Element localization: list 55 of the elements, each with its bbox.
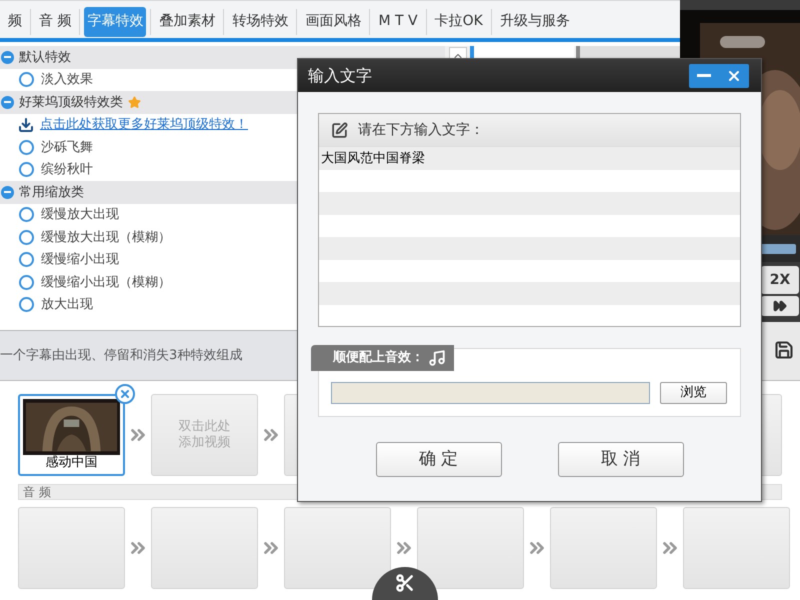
tab[interactable]: M T V	[374, 6, 422, 36]
group-title: 好莱坞顶级特效类	[19, 94, 123, 112]
tab[interactable]: 升级与服务	[496, 6, 574, 36]
radio-button[interactable]	[19, 252, 34, 268]
group-title: 默认特效	[19, 48, 71, 66]
dialog-button[interactable]: 确 定	[376, 442, 502, 477]
tab[interactable]: 转场特效	[228, 6, 292, 36]
sound-file-field[interactable]	[331, 382, 650, 404]
tab[interactable]: 叠加素材	[155, 6, 220, 36]
fast-forward-icon	[773, 299, 787, 313]
radio-button[interactable]	[19, 274, 34, 290]
clip-title: 感动中国	[44, 455, 98, 471]
collapse-toggle[interactable]	[1, 186, 14, 199]
effect-name: 缓慢缩小出现（模糊）	[41, 274, 171, 292]
star-icon	[128, 96, 141, 109]
hint-text: 一个字幕由出现、停留和消失3种特效组成	[0, 346, 242, 365]
remove-button[interactable]	[115, 384, 135, 404]
minimize-icon	[697, 74, 711, 77]
prompt-label: 请在下方输入文字：	[358, 120, 484, 140]
tab[interactable]: 音 频	[35, 6, 76, 36]
tab[interactable]: 画面风格	[301, 6, 366, 36]
tab[interactable]: 频	[4, 6, 26, 36]
speed-button[interactable]: 2X	[761, 266, 799, 294]
video-clip[interactable]: 感动中国	[18, 394, 125, 476]
radio-button[interactable]	[19, 72, 34, 88]
effect-name: 缤纷秋叶	[41, 161, 93, 179]
close-icon	[119, 388, 131, 400]
dialog-button[interactable]: 取 消	[558, 442, 684, 477]
music-note-icon	[428, 349, 446, 367]
radio-button[interactable]	[19, 162, 34, 178]
save-icon[interactable]	[774, 340, 794, 360]
radio-button[interactable]	[19, 140, 34, 155]
collapse-toggle[interactable]	[1, 96, 14, 109]
effect-name: 缓慢缩小出现	[41, 251, 119, 269]
group-title: 常用缩放类	[19, 184, 84, 202]
effect-name: 缓慢放大出现（模糊）	[41, 228, 171, 246]
radio-button[interactable]	[19, 207, 34, 222]
scissors-icon	[395, 573, 415, 593]
audio-track-label: 音 频	[23, 484, 51, 501]
edit-icon	[331, 122, 348, 138]
collapse-toggle[interactable]	[1, 50, 14, 64]
browse-button[interactable]: 浏览	[660, 382, 727, 404]
sound-label: 顺便配上音效：	[333, 348, 424, 368]
radio-button[interactable]	[19, 230, 34, 245]
download-link[interactable]: 点击此处获取更多好莱坞顶级特效！	[40, 115, 248, 134]
radio-button[interactable]	[19, 297, 34, 312]
effect-name: 沙砾飞舞	[41, 138, 93, 156]
fast-forward-button[interactable]	[761, 296, 799, 316]
empty-slot[interactable]	[284, 507, 391, 589]
empty-slot[interactable]	[417, 507, 524, 589]
effect-name: 缓慢放大出现	[41, 206, 119, 224]
effect-name: 放大出现	[41, 296, 93, 314]
tab[interactable]: 卡拉OK	[430, 6, 487, 36]
download-icon	[18, 116, 34, 133]
effect-name: 淡入效果	[41, 71, 93, 89]
